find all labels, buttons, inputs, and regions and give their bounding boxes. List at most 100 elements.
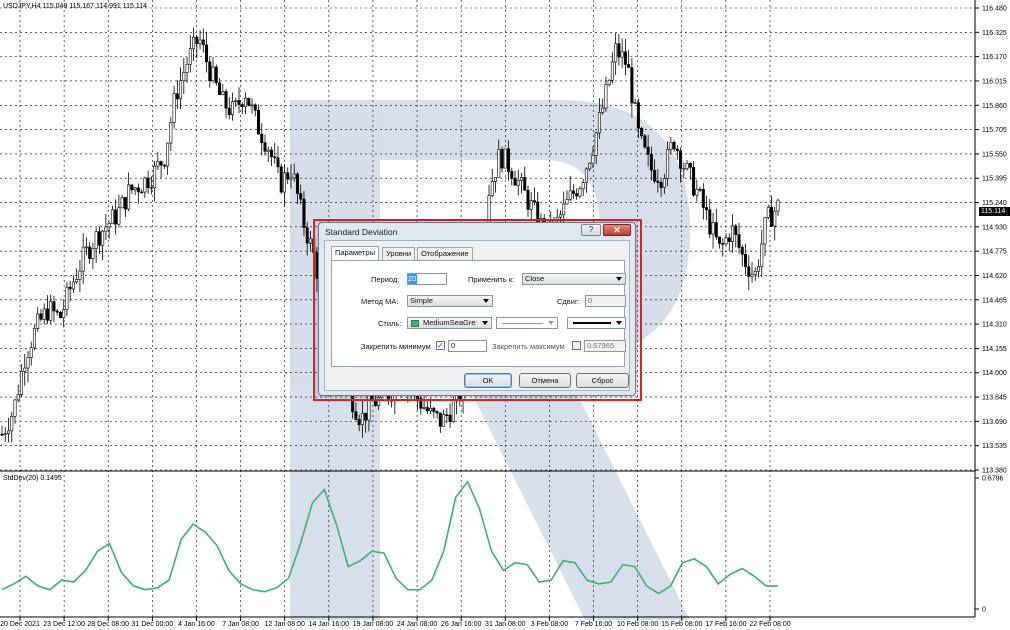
candle-body (136, 187, 140, 193)
candle-body (58, 311, 62, 318)
candle-body (516, 179, 520, 186)
candle-body (263, 142, 267, 152)
candle-body (675, 148, 679, 152)
candle-body (117, 207, 121, 225)
candle-body (705, 207, 709, 211)
candle-body (643, 135, 647, 148)
candle-body (123, 197, 127, 210)
help-button[interactable]: ? (581, 224, 601, 236)
candle-body (727, 237, 731, 243)
candle-body (604, 84, 608, 109)
fix-max-input[interactable]: 0.67965 (584, 340, 626, 352)
price-tick-label: 114.465 (982, 297, 1007, 304)
chevron-down-icon (616, 277, 622, 281)
candle-body (682, 168, 686, 170)
price-tick-label: 115.550 (982, 151, 1007, 158)
candle-body (448, 414, 452, 422)
candle-body (101, 230, 105, 246)
candle-body (71, 281, 75, 290)
candle-body (610, 61, 614, 81)
time-tick-label: 31 Jan 08:00 (485, 621, 526, 628)
close-button[interactable]: ✕ (603, 224, 631, 236)
candle-body (721, 243, 725, 245)
candle-body (166, 142, 170, 167)
fix-max-checkbox[interactable] (572, 341, 581, 350)
time-tick-label: 7 Feb 16:00 (575, 621, 612, 628)
line-width-select[interactable] (567, 317, 626, 329)
candle-body (445, 414, 449, 417)
candle-body (16, 394, 20, 401)
candle-body (636, 102, 640, 129)
candle-body (737, 234, 741, 248)
candle-body (653, 169, 657, 182)
candle-body (192, 36, 196, 49)
candle-body (578, 188, 582, 197)
candle-body (656, 180, 660, 183)
reset-button[interactable]: Сброс (576, 373, 629, 388)
candle-body (601, 107, 605, 113)
candle-body (614, 43, 618, 63)
candle-body (490, 181, 494, 196)
candle-body (617, 43, 621, 58)
period-input[interactable]: 20 (407, 273, 447, 285)
price-tick-label: 114.310 (982, 322, 1007, 329)
candle-body (734, 225, 738, 235)
candle-body (519, 177, 523, 181)
time-tick-label: 23 Dec 12:00 (43, 621, 85, 628)
candle-body (451, 399, 455, 422)
shift-input[interactable]: 0 (585, 295, 626, 307)
candle-body (708, 209, 712, 235)
line-style-select[interactable] (496, 317, 558, 329)
color-select[interactable]: MediumSeaGre (407, 317, 492, 329)
fix-min-checkbox[interactable]: ✓ (436, 341, 445, 350)
ok-button[interactable]: OK (464, 373, 512, 388)
price-tick-label: 116.170 (982, 54, 1007, 61)
candle-body (198, 39, 202, 44)
candle-body (731, 225, 735, 243)
candle-body (282, 172, 286, 193)
candle-body (65, 286, 69, 310)
candle-body (568, 190, 572, 200)
candle-body (244, 97, 248, 107)
candle-body (630, 67, 634, 104)
indicator-tick-label: 0 (982, 607, 986, 614)
candle-body (257, 110, 261, 135)
candle-body (354, 411, 358, 420)
price-tick-label: 116.015 (982, 78, 1007, 85)
candle-body (78, 270, 82, 280)
apply-to-select[interactable]: Close (522, 273, 626, 285)
candle-body (127, 184, 131, 210)
dialog-title: Standard Deviation (325, 227, 398, 237)
candle-body (497, 149, 501, 178)
tab-parameters[interactable]: Параметры (331, 246, 379, 260)
candle-body (500, 149, 504, 169)
line-width-sample (573, 322, 611, 324)
fix-min-input[interactable]: 0 (448, 340, 487, 352)
chevron-down-icon (616, 321, 622, 325)
candle-body (201, 39, 205, 46)
period-label: Период: (371, 275, 400, 284)
candle-body (571, 190, 575, 194)
candle-body (114, 209, 118, 225)
shift-label: Сдвиг: (557, 297, 580, 306)
standard-deviation-dialog[interactable]: Standard Deviation ? ✕ Параметры Уровни … (318, 222, 636, 396)
tab-levels[interactable]: Уровни (382, 247, 416, 260)
ma-method-select[interactable]: Simple (407, 295, 493, 307)
candle-body (97, 231, 101, 246)
price-tick-label: 113.380 (982, 468, 1007, 475)
indicator-caption: StdDev(20) 0.1495 (3, 475, 62, 482)
candle-body (438, 412, 442, 427)
price-tick-label: 115.395 (982, 176, 1007, 183)
price-tick-label: 115.860 (982, 103, 1007, 110)
candle-body (182, 72, 186, 82)
price-tick-label: 115.705 (982, 127, 1007, 134)
cancel-button[interactable]: Отмена (519, 373, 571, 388)
tab-display[interactable]: Отображение (417, 247, 473, 260)
candle-body (75, 279, 79, 283)
candle-body (36, 313, 40, 329)
candle-body (770, 207, 774, 227)
candle-body (205, 44, 209, 63)
candle-body (747, 266, 751, 277)
candle-body (672, 141, 676, 150)
candle-body (234, 100, 238, 102)
